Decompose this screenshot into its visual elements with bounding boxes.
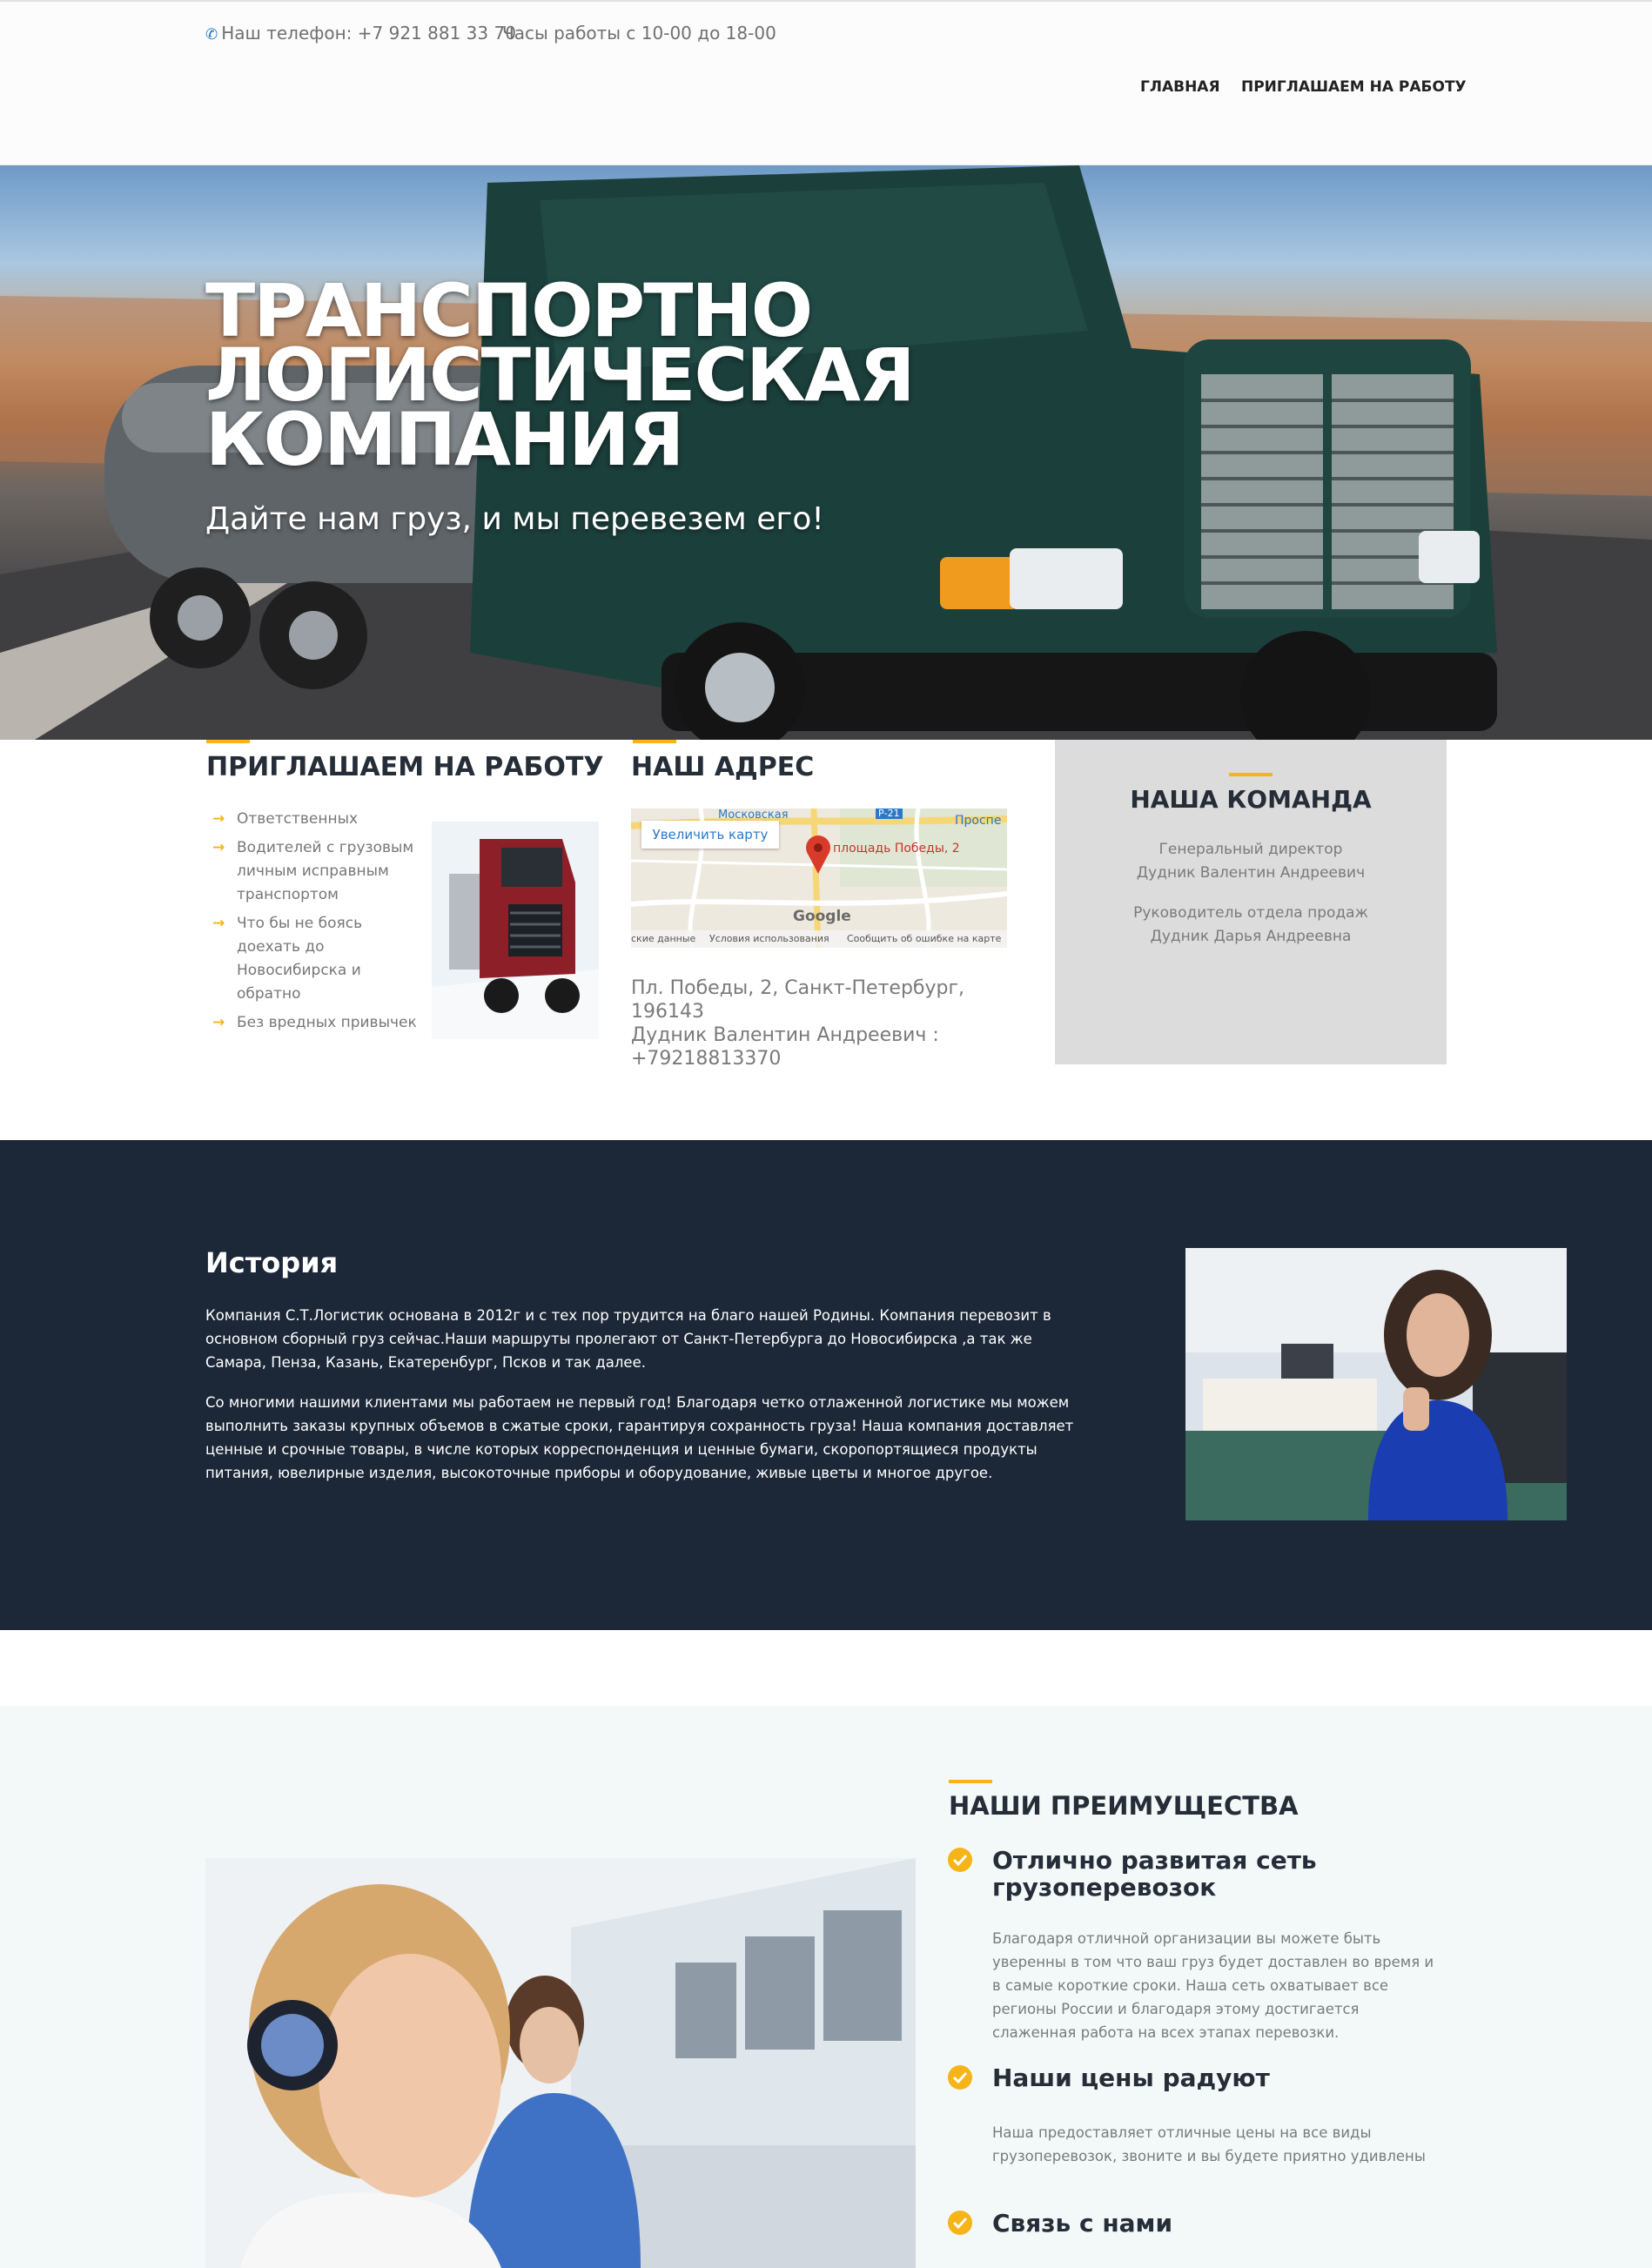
advantages-section: НАШИ ПРЕИМУЩЕСТВА Отлично развитая сеть …	[0, 1706, 1652, 2268]
team-box: НАША КОМАНДА Генеральный директор Дудник…	[1055, 740, 1447, 1064]
address-title: НАШ АДРЕС	[631, 752, 815, 782]
address-text: Пл. Победы, 2, Санкт-Петербург, 196143 Д…	[631, 976, 1014, 1070]
header-phone[interactable]: ✆ Наш телефон: +7 921 881 33 70	[205, 23, 516, 44]
list-item-text: Ответственных	[237, 810, 359, 828]
dash-icon: →	[212, 839, 225, 856]
map-footer-report[interactable]: Сообщить об ошибке на карте	[847, 933, 1001, 944]
map-road-label: Р-21	[876, 809, 903, 819]
list-item-text: Водителей с грузовым личным исправным тр…	[237, 839, 414, 903]
history-paragraph: Компания С.Т.Логистик основана в 2012г и…	[205, 1307, 1051, 1371]
check-icon	[948, 2211, 972, 2235]
advantage-text: Наша предоставляет отличные цены на все …	[992, 2124, 1426, 2164]
advantages-accent-line	[949, 1780, 992, 1783]
list-item-text: Без вредных привычек	[237, 1014, 417, 1031]
jobs-list: → Ответственных → Водителей с грузовым лич…	[212, 808, 421, 1040]
check-icon	[948, 1848, 972, 1872]
map-street-label: Московская	[718, 809, 789, 822]
map-brand: Google	[793, 908, 851, 925]
address-contact-line: Дудник Валентин Андреевич :	[631, 1024, 939, 1046]
address-map[interactable]: Увеличить карту площадь Победы, 2 Москов…	[631, 809, 1007, 948]
list-item: → Без вредных привычек	[212, 1011, 421, 1035]
advantages-title: НАШИ ПРЕИМУЩЕСТВА	[949, 1791, 1299, 1821]
history-title: История	[205, 1246, 339, 1279]
history-section: История Компания С.Т.Логистик основана в…	[0, 1140, 1652, 1630]
map-footer-terms[interactable]: Условия использования	[709, 933, 829, 944]
map-marker-label: площадь Победы, 2	[833, 842, 960, 856]
advantage-title: Связь с нами	[992, 2209, 1173, 2238]
team-member-name: Дудник Валентин Андреевич	[1136, 864, 1366, 882]
nav-item-vacancies[interactable]: ПРИГЛАШАЕМ НА РАБОТУ	[1241, 78, 1467, 96]
site-header: ✆ Наш телефон: +7 921 881 33 70 Часы рабо…	[0, 0, 1652, 165]
advantage-text: Благодаря отличной организации вы можете…	[992, 1930, 1434, 2041]
team-member-role: Генеральный директор	[1158, 841, 1343, 858]
advantage-title: Наши цены радуют	[992, 2063, 1270, 2092]
address-accent-line	[633, 740, 676, 743]
list-item: → Водителей с грузовым личным исправным т…	[212, 836, 421, 907]
jobs-title: ПРИГЛАШАЕМ НА РАБОТУ	[206, 752, 604, 782]
advantages-operators-image	[205, 1858, 916, 2268]
header-hours: Часы работы с 10-00 до 18-00	[502, 23, 776, 44]
list-item: → Ответственных	[212, 808, 421, 831]
list-item: → Что бы не боясь доехать до Новосибирска…	[212, 912, 421, 1006]
history-call-center-image	[1185, 1248, 1567, 1520]
dash-icon: →	[212, 1014, 225, 1031]
phone-icon: ✆	[205, 26, 218, 44]
map-district-label: Проспе	[955, 814, 1002, 828]
address-line: Пл. Победы, 2, Санкт-Петербург, 196143	[631, 977, 965, 1023]
team-member-role: Руководитель отдела продаж	[1133, 904, 1368, 922]
jobs-accent-line	[206, 740, 250, 743]
nav-item-home[interactable]: ГЛАВНАЯ	[1140, 78, 1220, 96]
list-item-text: Что бы не боясь доехать до Новосибирска …	[237, 915, 363, 1003]
hero-title: ТРАНСПОРТНО ЛОГИСТИЧЕСКАЯ КОМПАНИЯ	[205, 274, 989, 476]
hero-banner: ТРАНСПОРТНО ЛОГИСТИЧЕСКАЯ КОМПАНИЯ Дайте…	[0, 165, 1652, 740]
dash-icon: →	[212, 915, 225, 932]
team-title: НАША КОМАНДА	[1130, 785, 1372, 814]
history-paragraph: Со многими нашими клиентами мы работаем …	[205, 1394, 1074, 1481]
jobs-truck-image	[432, 822, 599, 1039]
address-phone-line: +79218813370	[631, 1048, 782, 1070]
map-enlarge-button[interactable]: Увеличить карту	[641, 821, 779, 849]
hero-subtitle: Дайте нам груз, и мы перевезем его!	[205, 501, 824, 537]
check-icon	[948, 2065, 972, 2090]
team-member-name: Дудник Дарья Андреевна	[1150, 928, 1352, 945]
map-footer-data[interactable]: ские данные	[631, 933, 695, 944]
dash-icon: →	[212, 810, 225, 828]
team-accent-line	[1229, 773, 1273, 776]
header-phone-text: Наш телефон: +7 921 881 33 70	[221, 23, 516, 44]
advantage-title: Отлично развитая сеть грузоперевозок	[992, 1846, 1317, 1902]
